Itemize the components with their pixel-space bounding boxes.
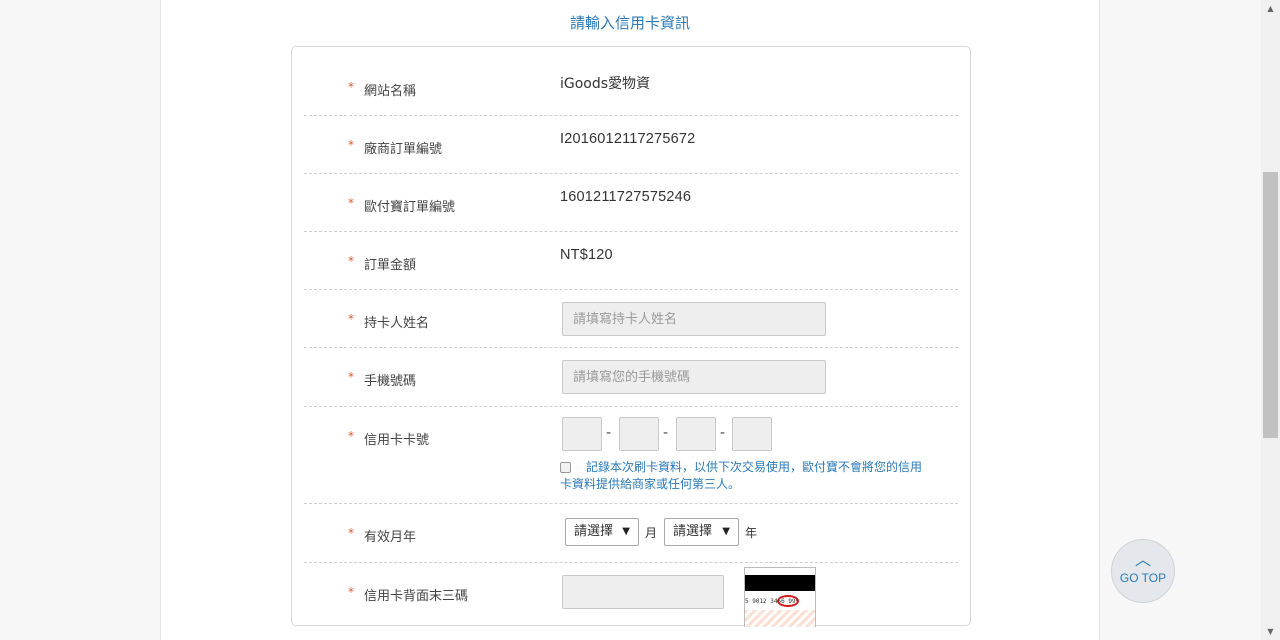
scrollbar-thumb[interactable] bbox=[1263, 172, 1278, 438]
required-mark: * bbox=[348, 370, 354, 384]
payment-order-label: 歐付寶訂單編號 bbox=[364, 200, 456, 215]
merchant-order-label: 廠商訂單編號 bbox=[364, 142, 443, 157]
row-merchant-order: * 廠商訂單編號 I2016012117275672 bbox=[304, 116, 958, 174]
cvv-highlight-circle bbox=[777, 595, 799, 607]
card-number-separator: - bbox=[606, 425, 612, 441]
expiry-year-value: 請選擇 bbox=[673, 524, 713, 539]
required-mark: * bbox=[348, 196, 354, 210]
dropdown-arrow-icon: ▼ bbox=[622, 526, 630, 537]
site-name-label: 網站名稱 bbox=[364, 84, 417, 99]
required-mark: * bbox=[348, 312, 354, 326]
expiry-year-select[interactable]: 請選擇 ▼ bbox=[664, 518, 739, 546]
row-cvv: * 信用卡背面末三碼 5 9012 3456 999 bbox=[304, 563, 958, 627]
amount-label: 訂單金額 bbox=[364, 258, 417, 273]
card-number-segment-3[interactable] bbox=[676, 417, 716, 451]
remember-card-option: 記錄本次刷卡資料，以供下次交易使用，歐付寶不會將您的信用卡資料提供給商家或任何第… bbox=[560, 459, 922, 493]
scroll-up-arrow-icon[interactable]: ▲ bbox=[1261, 0, 1280, 17]
mobile-input[interactable] bbox=[562, 360, 826, 394]
amount-value: NT$120 bbox=[560, 247, 613, 263]
payment-form-card: * 網站名稱 iGoods愛物資 * 廠商訂單編號 I2016012117275… bbox=[291, 46, 971, 627]
chevron-up-icon: ︿ bbox=[1134, 550, 1151, 569]
go-top-label: GO TOP bbox=[1119, 571, 1167, 585]
expiry-month-select[interactable]: 請選擇 ▼ bbox=[565, 518, 639, 546]
mobile-label: 手機號碼 bbox=[364, 374, 417, 389]
card-number-segment-2[interactable] bbox=[619, 417, 659, 451]
cvv-input[interactable] bbox=[562, 575, 724, 609]
magnetic-stripe bbox=[745, 575, 815, 591]
remember-card-text: 記錄本次刷卡資料，以供下次交易使用，歐付寶不會將您的信用卡資料提供給商家或任何第… bbox=[560, 460, 923, 491]
card-number-label: 信用卡卡號 bbox=[364, 433, 430, 448]
row-site-name: * 網站名稱 iGoods愛物資 bbox=[304, 47, 958, 116]
row-amount: * 訂單金額 NT$120 bbox=[304, 232, 958, 290]
cardholder-input[interactable] bbox=[562, 302, 826, 336]
month-unit: 月 bbox=[645, 526, 658, 540]
expiry-month-value: 請選擇 bbox=[574, 524, 614, 539]
required-mark: * bbox=[348, 138, 354, 152]
row-payment-order: * 歐付寶訂單編號 1601211727575246 bbox=[304, 174, 958, 232]
cvv-label: 信用卡背面末三碼 bbox=[364, 589, 469, 604]
required-mark: * bbox=[348, 254, 354, 268]
dropdown-arrow-icon: ▼ bbox=[722, 526, 730, 537]
scroll-down-arrow-icon[interactable]: ▼ bbox=[1261, 623, 1280, 640]
signature-strip bbox=[745, 610, 815, 627]
site-name-value: iGoods愛物資 bbox=[560, 76, 651, 92]
row-card-number: * 信用卡卡號 - - - 記錄本次刷卡資料，以供下次交易使用，歐付寶不會將您的… bbox=[304, 407, 958, 504]
go-top-button[interactable]: ︿ GO TOP bbox=[1111, 539, 1175, 603]
card-number-separator: - bbox=[663, 425, 669, 441]
payment-order-value: 1601211727575246 bbox=[560, 189, 692, 205]
card-number-separator: - bbox=[720, 425, 726, 441]
form-title: 請輸入信用卡資訊 bbox=[569, 14, 690, 32]
card-number-segment-1[interactable] bbox=[562, 417, 602, 451]
row-expiry: * 有效月年 請選擇 ▼ 月 請選擇 ▼ 年 bbox=[304, 504, 958, 563]
required-mark: * bbox=[348, 526, 354, 540]
year-unit: 年 bbox=[745, 526, 758, 540]
card-back-illustration: 5 9012 3456 999 bbox=[744, 567, 816, 627]
required-mark: * bbox=[348, 585, 354, 599]
row-mobile: * 手機號碼 bbox=[304, 348, 958, 407]
page-panel: 請輸入信用卡資訊 * 網站名稱 iGoods愛物資 * 廠商訂單編號 I2016… bbox=[160, 0, 1100, 640]
cardholder-label: 持卡人姓名 bbox=[364, 316, 430, 331]
required-mark: * bbox=[348, 80, 354, 94]
required-mark: * bbox=[348, 429, 354, 443]
row-cardholder: * 持卡人姓名 bbox=[304, 290, 958, 348]
card-number-segment-4[interactable] bbox=[732, 417, 772, 451]
remember-card-checkbox[interactable] bbox=[560, 462, 571, 473]
expiry-label: 有效月年 bbox=[364, 530, 417, 545]
merchant-order-value: I2016012117275672 bbox=[560, 131, 696, 147]
